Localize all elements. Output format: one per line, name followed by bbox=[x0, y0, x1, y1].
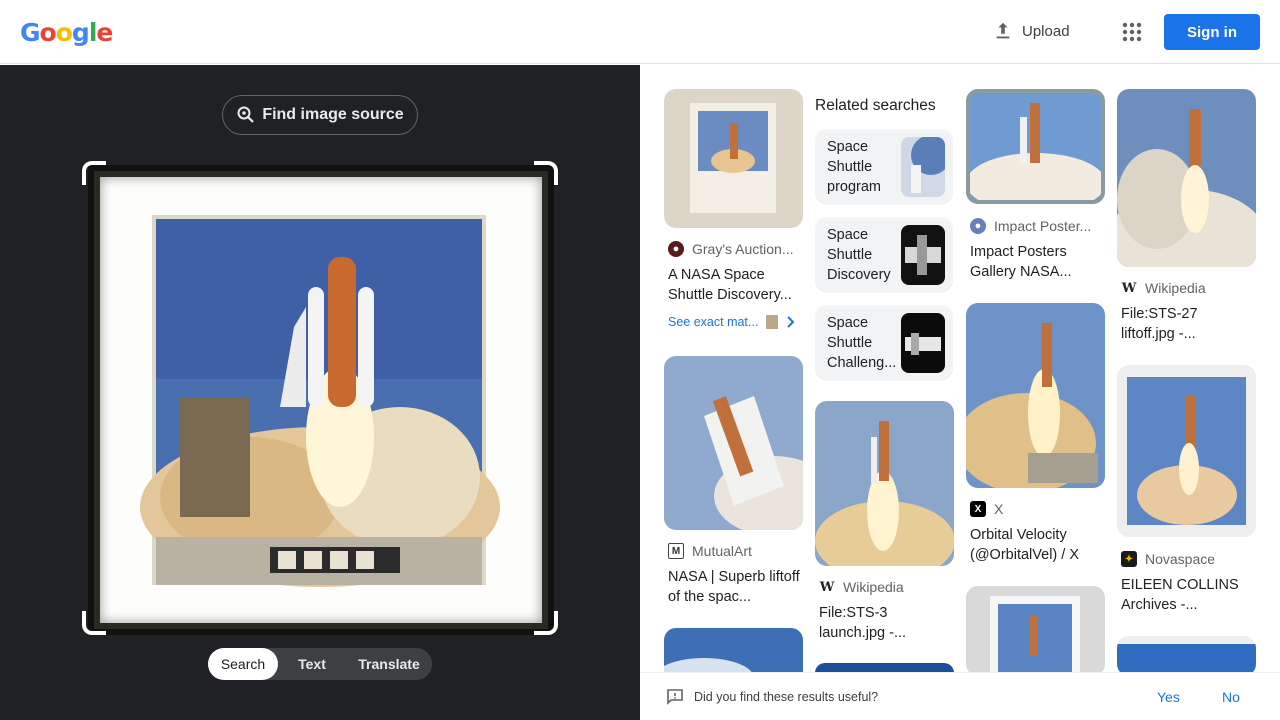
upload-button[interactable]: Upload bbox=[992, 20, 1070, 42]
result-thumbnail[interactable] bbox=[664, 356, 803, 530]
feedback-no-button[interactable]: No bbox=[1222, 689, 1240, 705]
feedback-bar: Did you find these results useful? Yes N… bbox=[640, 672, 1280, 720]
result-thumbnail[interactable] bbox=[966, 303, 1105, 488]
result-source[interactable]: W Wikipedia bbox=[819, 579, 951, 595]
source-label: Gray's Auction... bbox=[692, 241, 794, 257]
logo-letter: o bbox=[55, 18, 73, 47]
photo-frame bbox=[94, 171, 548, 629]
source-label: Wikipedia bbox=[1145, 280, 1206, 296]
lens-mode-switcher: Search Text Translate bbox=[208, 648, 432, 680]
source-label: X bbox=[994, 501, 1004, 517]
feedback-yes-button[interactable]: Yes bbox=[1157, 689, 1180, 705]
impact-posters-favicon-icon: ● bbox=[970, 218, 986, 234]
related-search-chip[interactable]: Space Shuttle program bbox=[815, 129, 953, 205]
result-source[interactable]: M MutualArt bbox=[668, 543, 800, 559]
result-source[interactable]: ✦ Novaspace bbox=[1121, 551, 1253, 567]
result-source[interactable]: ● Impact Poster... bbox=[970, 218, 1102, 234]
result-title[interactable]: File:STS-27 liftoff.jpg -... bbox=[1121, 304, 1253, 344]
logo-letter: e bbox=[96, 18, 113, 47]
exact-matches-label: See exact mat... bbox=[668, 315, 759, 329]
source-label: Impact Poster... bbox=[994, 218, 1092, 234]
apps-grid-icon[interactable] bbox=[1122, 22, 1142, 42]
wikipedia-favicon-icon: W bbox=[1121, 280, 1137, 296]
x-favicon-icon: X bbox=[970, 501, 986, 517]
see-exact-matches-link[interactable]: See exact mat... bbox=[668, 315, 796, 329]
related-search-thumbnail bbox=[901, 137, 945, 197]
related-search-chip[interactable]: Space Shuttle Challeng... bbox=[815, 305, 953, 381]
feedback-question: Did you find these results useful? bbox=[694, 690, 879, 704]
related-search-label: Space Shuttle Challeng... bbox=[827, 315, 897, 371]
result-thumbnail[interactable] bbox=[1117, 365, 1256, 537]
exact-match-thumb bbox=[766, 315, 779, 329]
crop-handle-bottom-left[interactable] bbox=[82, 611, 106, 635]
result-source[interactable]: W Wikipedia bbox=[1121, 280, 1253, 296]
results-panel: ● Gray's Auction... A NASA Space Shuttle… bbox=[640, 65, 1280, 672]
google-logo[interactable]: Google bbox=[20, 18, 113, 47]
source-label: Novaspace bbox=[1145, 551, 1216, 567]
mutualart-favicon-icon: M bbox=[668, 543, 684, 559]
logo-letter: G bbox=[20, 18, 41, 47]
result-title[interactable]: A NASA Space Shuttle Discovery... bbox=[668, 265, 800, 305]
related-search-chip[interactable]: Space Shuttle Discovery bbox=[815, 217, 953, 293]
upload-icon bbox=[992, 20, 1014, 42]
result-thumbnail[interactable] bbox=[815, 401, 954, 566]
source-label: Wikipedia bbox=[843, 579, 904, 595]
result-thumbnail[interactable] bbox=[1117, 636, 1256, 672]
result-title[interactable]: File:STS-3 launch.jpg -... bbox=[819, 603, 951, 643]
result-source[interactable]: X X bbox=[970, 501, 1102, 517]
crop-handle-bottom-right[interactable] bbox=[534, 611, 558, 635]
feedback-icon bbox=[666, 688, 684, 706]
sign-in-button[interactable]: Sign in bbox=[1164, 14, 1260, 50]
result-title[interactable]: NASA | Superb liftoff of the spac... bbox=[668, 567, 800, 607]
result-thumbnail[interactable] bbox=[966, 89, 1105, 204]
chevron-right-icon bbox=[786, 316, 796, 328]
related-search-thumbnail bbox=[901, 313, 945, 373]
result-title[interactable]: Orbital Velocity (@OrbitalVel) / X bbox=[970, 525, 1102, 565]
result-thumbnail[interactable] bbox=[664, 628, 803, 672]
crop-handle-top-right[interactable] bbox=[534, 161, 558, 185]
result-thumbnail[interactable] bbox=[664, 89, 803, 228]
result-title[interactable]: EILEEN COLLINS Archives -... bbox=[1121, 575, 1253, 615]
result-thumbnail[interactable] bbox=[966, 586, 1105, 672]
query-image[interactable] bbox=[88, 165, 554, 635]
mode-search-tab[interactable]: Search bbox=[208, 648, 278, 680]
result-thumbnail[interactable] bbox=[1117, 89, 1256, 267]
result-title[interactable]: Impact Posters Gallery NASA... bbox=[970, 242, 1102, 282]
mode-text-tab[interactable]: Text bbox=[278, 648, 346, 680]
lens-search-icon bbox=[236, 105, 256, 125]
header: Google Upload Sign in bbox=[0, 0, 1280, 64]
source-label: MutualArt bbox=[692, 543, 752, 559]
result-thumbnail[interactable] bbox=[815, 663, 954, 672]
find-image-source-label: Find image source bbox=[262, 106, 404, 123]
crop-handle-top-left[interactable] bbox=[82, 161, 106, 185]
related-search-label: Space Shuttle program bbox=[827, 139, 881, 195]
shuttle-launch-photo bbox=[140, 215, 500, 587]
logo-letter: g bbox=[71, 18, 90, 47]
lens-panel: Find image source Search Text Translate bbox=[0, 65, 640, 720]
related-search-thumbnail bbox=[901, 225, 945, 285]
related-search-label: Space Shuttle Discovery bbox=[827, 227, 891, 283]
find-image-source-button[interactable]: Find image source bbox=[222, 95, 418, 135]
grays-auction-favicon-icon: ● bbox=[668, 241, 684, 257]
result-source[interactable]: ● Gray's Auction... bbox=[668, 241, 800, 257]
wikipedia-favicon-icon: W bbox=[819, 579, 835, 595]
upload-label: Upload bbox=[1022, 22, 1070, 40]
mode-translate-tab[interactable]: Translate bbox=[346, 648, 432, 680]
related-searches-heading: Related searches bbox=[815, 97, 936, 114]
logo-letter: o bbox=[39, 18, 57, 47]
novaspace-favicon-icon: ✦ bbox=[1121, 551, 1137, 567]
